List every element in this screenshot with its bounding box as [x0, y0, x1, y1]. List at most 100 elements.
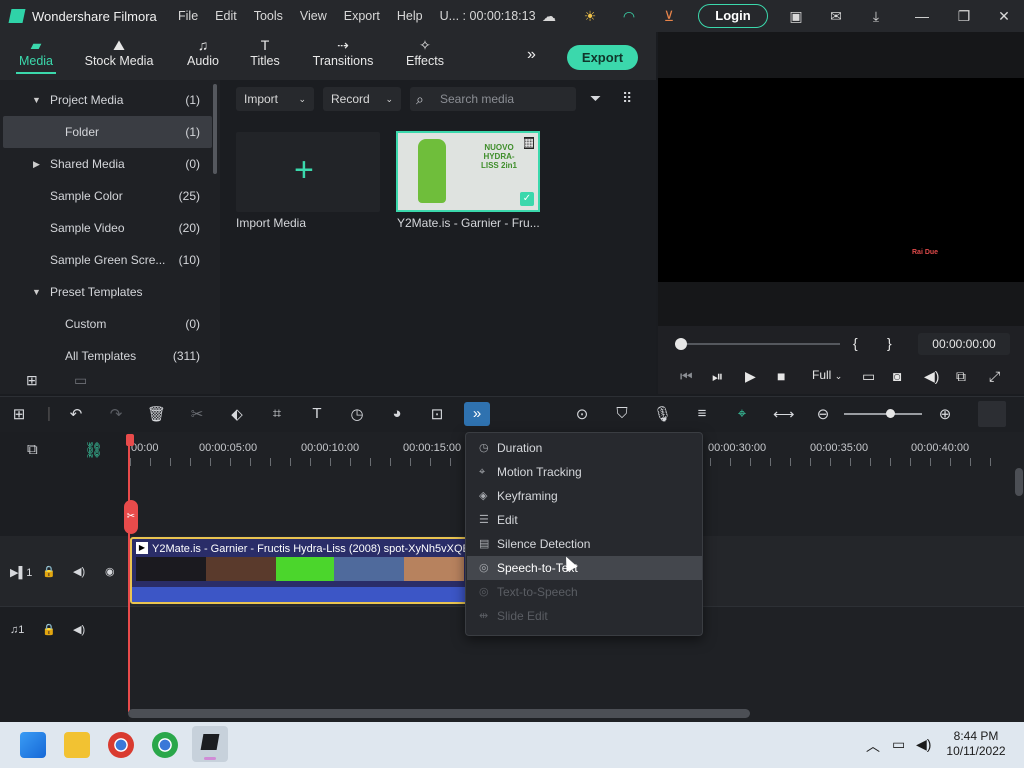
library-item-sample-color[interactable]: Sample Color (25)	[0, 180, 212, 212]
chrome-profile-icon[interactable]	[152, 732, 178, 758]
quality-select[interactable]: Full ⌄	[812, 368, 842, 382]
add-track-icon[interactable]: ⧉	[27, 441, 38, 458]
close-icon[interactable]: ✕	[996, 8, 1012, 24]
zoom-out-icon[interactable]: ⊖	[814, 405, 832, 423]
grid-view-icon[interactable]: ⠿	[622, 90, 632, 107]
cart-icon[interactable]: ⊻	[661, 8, 677, 24]
color-icon[interactable]: ◕	[388, 405, 406, 422]
library-item-custom[interactable]: Custom (0)	[0, 308, 212, 340]
tag-icon[interactable]: ⬖	[228, 405, 246, 423]
eye-icon[interactable]: ◉	[105, 565, 115, 578]
tab-audio[interactable]: ♫ Audio	[180, 32, 226, 80]
export-button[interactable]: Export	[567, 45, 638, 70]
audio-mixer-icon[interactable]: ≡	[693, 405, 711, 422]
mute-icon[interactable]: ◀)	[73, 623, 85, 636]
scissors-marker-icon[interactable]: ✂	[124, 500, 138, 534]
microphone-icon[interactable]: 🎙	[653, 405, 672, 423]
windows-start-icon[interactable]	[20, 732, 46, 758]
mark-out-icon[interactable]: }	[887, 335, 892, 351]
record-dropdown[interactable]: Record ⌄	[323, 87, 401, 111]
zoom-in-icon[interactable]: ⊕	[936, 405, 954, 423]
render-icon[interactable]: ⊙	[573, 405, 591, 423]
menu-view[interactable]: View	[300, 9, 327, 23]
link-icon[interactable]: ⛓	[84, 441, 103, 459]
more-tools-button[interactable]: »	[464, 402, 490, 426]
zoom-slider-track[interactable]	[844, 413, 922, 415]
display-icon[interactable]: ▭	[862, 368, 875, 385]
library-item-sample-video[interactable]: Sample Video (20)	[0, 212, 212, 244]
menu-item-edit[interactable]: ☰ Edit	[467, 508, 702, 532]
chevron-up-icon[interactable]: ︿	[866, 736, 880, 756]
filter-icon[interactable]: ⏷	[590, 90, 601, 107]
caret-down-icon[interactable]: ▼	[32, 287, 41, 297]
fullscreen-icon[interactable]: ⤢	[989, 368, 1000, 385]
network-icon[interactable]: ▭	[892, 736, 905, 753]
library-item-preset-templates[interactable]: ▼ Preset Templates	[0, 276, 212, 308]
tab-stock-media[interactable]: ⛰ Stock Media	[80, 32, 158, 80]
tab-transitions[interactable]: ⇢ Transitions	[308, 32, 378, 80]
menu-edit[interactable]: Edit	[215, 9, 237, 23]
menu-help[interactable]: Help	[397, 9, 423, 23]
menu-item-motion-tracking[interactable]: ⌖ Motion Tracking	[467, 460, 702, 484]
stabilize-icon[interactable]: ⊡	[428, 405, 446, 423]
maximize-icon[interactable]: ❐	[956, 8, 972, 24]
play-icon[interactable]: ▶	[745, 368, 756, 385]
frame-forward-icon[interactable]: ⏯	[712, 368, 723, 385]
crop-icon[interactable]: ⌗	[268, 405, 286, 422]
menu-file[interactable]: File	[178, 9, 198, 23]
preview-screen[interactable]: Rai Due	[658, 78, 1024, 282]
menu-item-duration[interactable]: ◷ Duration	[467, 436, 702, 460]
more-tabs-chevron-icon[interactable]: »	[527, 46, 536, 64]
pip-icon[interactable]: ⧉	[956, 368, 966, 385]
stop-icon[interactable]: ■	[777, 368, 785, 384]
menu-item-speech-to-text[interactable]: ◎ Speech-to-Text	[467, 556, 702, 580]
save-icon[interactable]: ▣	[788, 8, 804, 24]
snap-icon[interactable]: ⌖	[733, 405, 751, 422]
playhead-handle[interactable]	[126, 434, 134, 446]
fit-icon[interactable]: ⟷	[773, 405, 795, 423]
support-headset-icon[interactable]: ◠	[621, 8, 637, 24]
library-scrollbar[interactable]	[213, 84, 217, 174]
taskbar-clock[interactable]: 8:44 PM 10/11/2022	[936, 729, 1016, 759]
menu-export[interactable]: Export	[344, 9, 380, 23]
login-button[interactable]: Login	[698, 4, 768, 28]
download-icon[interactable]: ⤓	[868, 8, 884, 24]
lock-icon[interactable]: 🔒	[42, 623, 56, 636]
preview-scrub-handle[interactable]	[675, 338, 687, 350]
folder-icon[interactable]: ▭	[74, 372, 87, 389]
caret-down-icon[interactable]: ▼	[32, 95, 41, 105]
menu-item-text-to-speech[interactable]: ◎ Text-to-Speech	[467, 580, 702, 604]
file-explorer-icon[interactable]	[64, 732, 90, 758]
tab-effects[interactable]: ✧ Effects	[400, 32, 450, 80]
marker-icon[interactable]: ⛉	[613, 405, 631, 422]
library-item-all-templates[interactable]: All Templates (311)	[0, 340, 212, 372]
media-clip-thumbnail[interactable]: NUOVO HYDRA-LISS 2in1 ▦ ✓	[396, 131, 540, 212]
redo-icon[interactable]: ↷	[107, 405, 125, 423]
mark-in-icon[interactable]: {	[853, 335, 858, 351]
undo-icon[interactable]: ↶	[67, 405, 85, 423]
import-media-tile[interactable]: +	[236, 132, 380, 212]
timeline-video-clip[interactable]: ▶ Y2Mate.is - Garnier - Fructis Hydra-Li…	[130, 537, 475, 604]
layout-icon[interactable]: ⊞	[10, 405, 28, 423]
library-item-project-media[interactable]: ▼ Project Media (1)	[0, 84, 212, 116]
timeline-horizontal-scrollbar[interactable]	[128, 709, 750, 718]
snapshot-icon[interactable]: ◙	[893, 368, 901, 384]
library-item-sample-green-screen[interactable]: Sample Green Scre... (10)	[0, 244, 212, 276]
text-icon[interactable]: T	[308, 405, 326, 422]
import-dropdown[interactable]: Import ⌄	[236, 87, 314, 111]
minimize-icon[interactable]: —	[914, 8, 930, 24]
timeline-vertical-scrollbar[interactable]	[1015, 468, 1023, 496]
library-item-folder[interactable]: Folder (1)	[3, 116, 212, 148]
volume-icon[interactable]: ◀)	[924, 368, 939, 385]
playhead-line[interactable]	[128, 436, 130, 712]
tab-titles[interactable]: T Titles	[244, 32, 286, 80]
step-back-icon[interactable]: ⏮	[680, 368, 693, 385]
delete-icon[interactable]: 🗑	[147, 405, 166, 423]
mute-icon[interactable]: ◀)	[73, 565, 85, 578]
chrome-icon[interactable]	[108, 732, 134, 758]
tips-bulb-icon[interactable]: ☀	[582, 8, 598, 24]
library-item-shared-media[interactable]: ▶ Shared Media (0)	[0, 148, 212, 180]
menu-item-keyframing[interactable]: ◈ Keyframing	[467, 484, 702, 508]
menu-item-silence-detection[interactable]: ▤ Silence Detection	[467, 532, 702, 556]
cloud-icon[interactable]: ☁	[541, 8, 557, 24]
